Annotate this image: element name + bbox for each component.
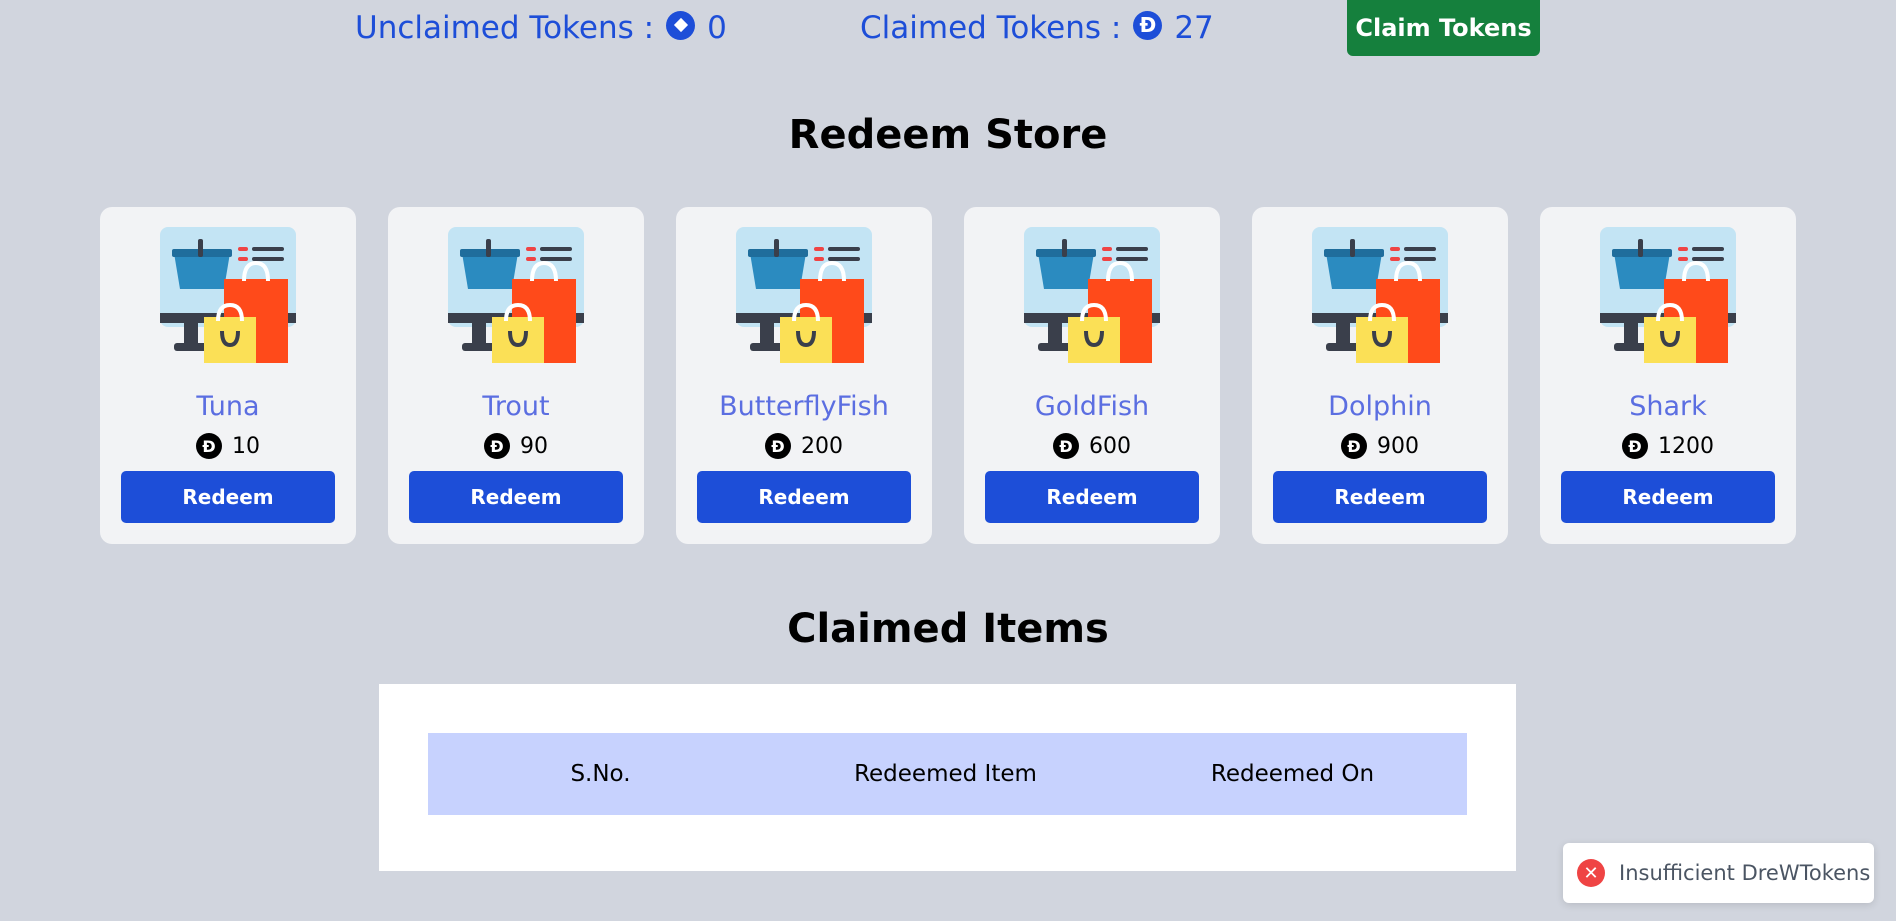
shopping-cart-icon <box>1024 227 1160 363</box>
item-price-value: 1200 <box>1658 433 1714 459</box>
coin-icon: Đ <box>484 433 510 459</box>
item-price: Đ 90 <box>388 433 644 459</box>
coin-icon: Đ <box>1622 433 1648 459</box>
store-card-goldfish: GoldFish Đ 600 Redeem <box>964 207 1220 544</box>
token-bar: Unclaimed Tokens : 0 Claimed Tokens : Đ … <box>0 0 1896 60</box>
column-header-redeemed-item: Redeemed Item <box>854 761 1037 787</box>
claimed-tokens-label: Claimed Tokens : <box>860 10 1122 46</box>
item-name: Dolphin <box>1328 391 1432 422</box>
coin-icon: Đ <box>765 433 791 459</box>
shopping-cart-icon <box>448 227 584 363</box>
item-price: Đ 10 <box>100 433 356 459</box>
item-name: Shark <box>1629 391 1707 422</box>
redeem-store-title: Redeem Store <box>788 112 1108 158</box>
redeem-button-tuna[interactable]: Redeem <box>121 471 335 523</box>
claimed-items-title: Claimed Items <box>787 606 1109 652</box>
item-price: Đ 600 <box>964 433 1220 459</box>
claimed-tokens-value: 27 <box>1174 10 1214 46</box>
store-card-butterflyfish: ButterflyFish Đ 200 Redeem <box>676 207 932 544</box>
item-price: Đ 200 <box>676 433 932 459</box>
redeem-button-goldfish[interactable]: Redeem <box>985 471 1199 523</box>
column-header-redeemed-on: Redeemed On <box>1210 761 1375 787</box>
coin-icon: Đ <box>1341 433 1367 459</box>
shopping-cart-icon <box>736 227 872 363</box>
claimed-items-table: S.No. Redeemed Item Redeemed On <box>379 684 1516 871</box>
item-name: ButterflyFish <box>719 391 889 422</box>
item-price-value: 10 <box>232 433 260 459</box>
unclaimed-tokens: Unclaimed Tokens : 0 <box>355 10 727 46</box>
claimed-token-icon: Đ <box>1133 10 1163 40</box>
item-price: Đ 1200 <box>1540 433 1796 459</box>
item-price: Đ 900 <box>1252 433 1508 459</box>
store-card-shark: Shark Đ 1200 Redeem <box>1540 207 1796 544</box>
error-toast[interactable]: ✕ Insufficient DreWTokens <box>1563 843 1874 903</box>
item-price-value: 600 <box>1089 433 1131 459</box>
unclaimed-tokens-value: 0 <box>707 10 727 46</box>
store-card-tuna: Tuna Đ 10 Redeem <box>100 207 356 544</box>
coin-icon: Đ <box>1053 433 1079 459</box>
item-price-value: 900 <box>1377 433 1419 459</box>
item-name: Trout <box>482 391 550 422</box>
unclaimed-token-icon <box>666 10 696 40</box>
redeem-button-shark[interactable]: Redeem <box>1561 471 1775 523</box>
shopping-cart-icon <box>1312 227 1448 363</box>
redeem-button-dolphin[interactable]: Redeem <box>1273 471 1487 523</box>
toast-message: Insufficient DreWTokens <box>1619 861 1871 885</box>
shopping-cart-icon <box>1600 227 1736 363</box>
item-price-value: 90 <box>520 433 548 459</box>
store-card-trout: Trout Đ 90 Redeem <box>388 207 644 544</box>
redeem-button-butterflyfish[interactable]: Redeem <box>697 471 911 523</box>
claim-tokens-button[interactable]: Claim Tokens <box>1347 0 1540 56</box>
shopping-cart-icon <box>160 227 296 363</box>
item-name: Tuna <box>196 391 260 422</box>
claimed-tokens: Claimed Tokens : Đ 27 <box>860 10 1214 46</box>
unclaimed-tokens-label: Unclaimed Tokens : <box>355 10 655 46</box>
item-name: GoldFish <box>1034 391 1150 422</box>
store-card-dolphin: Dolphin Đ 900 Redeem <box>1252 207 1508 544</box>
column-header-sno: S.No. <box>570 761 631 787</box>
coin-icon: Đ <box>196 433 222 459</box>
table-header: S.No. Redeemed Item Redeemed On <box>428 733 1467 815</box>
item-price-value: 200 <box>801 433 843 459</box>
error-icon: ✕ <box>1577 859 1605 887</box>
redeem-button-trout[interactable]: Redeem <box>409 471 623 523</box>
